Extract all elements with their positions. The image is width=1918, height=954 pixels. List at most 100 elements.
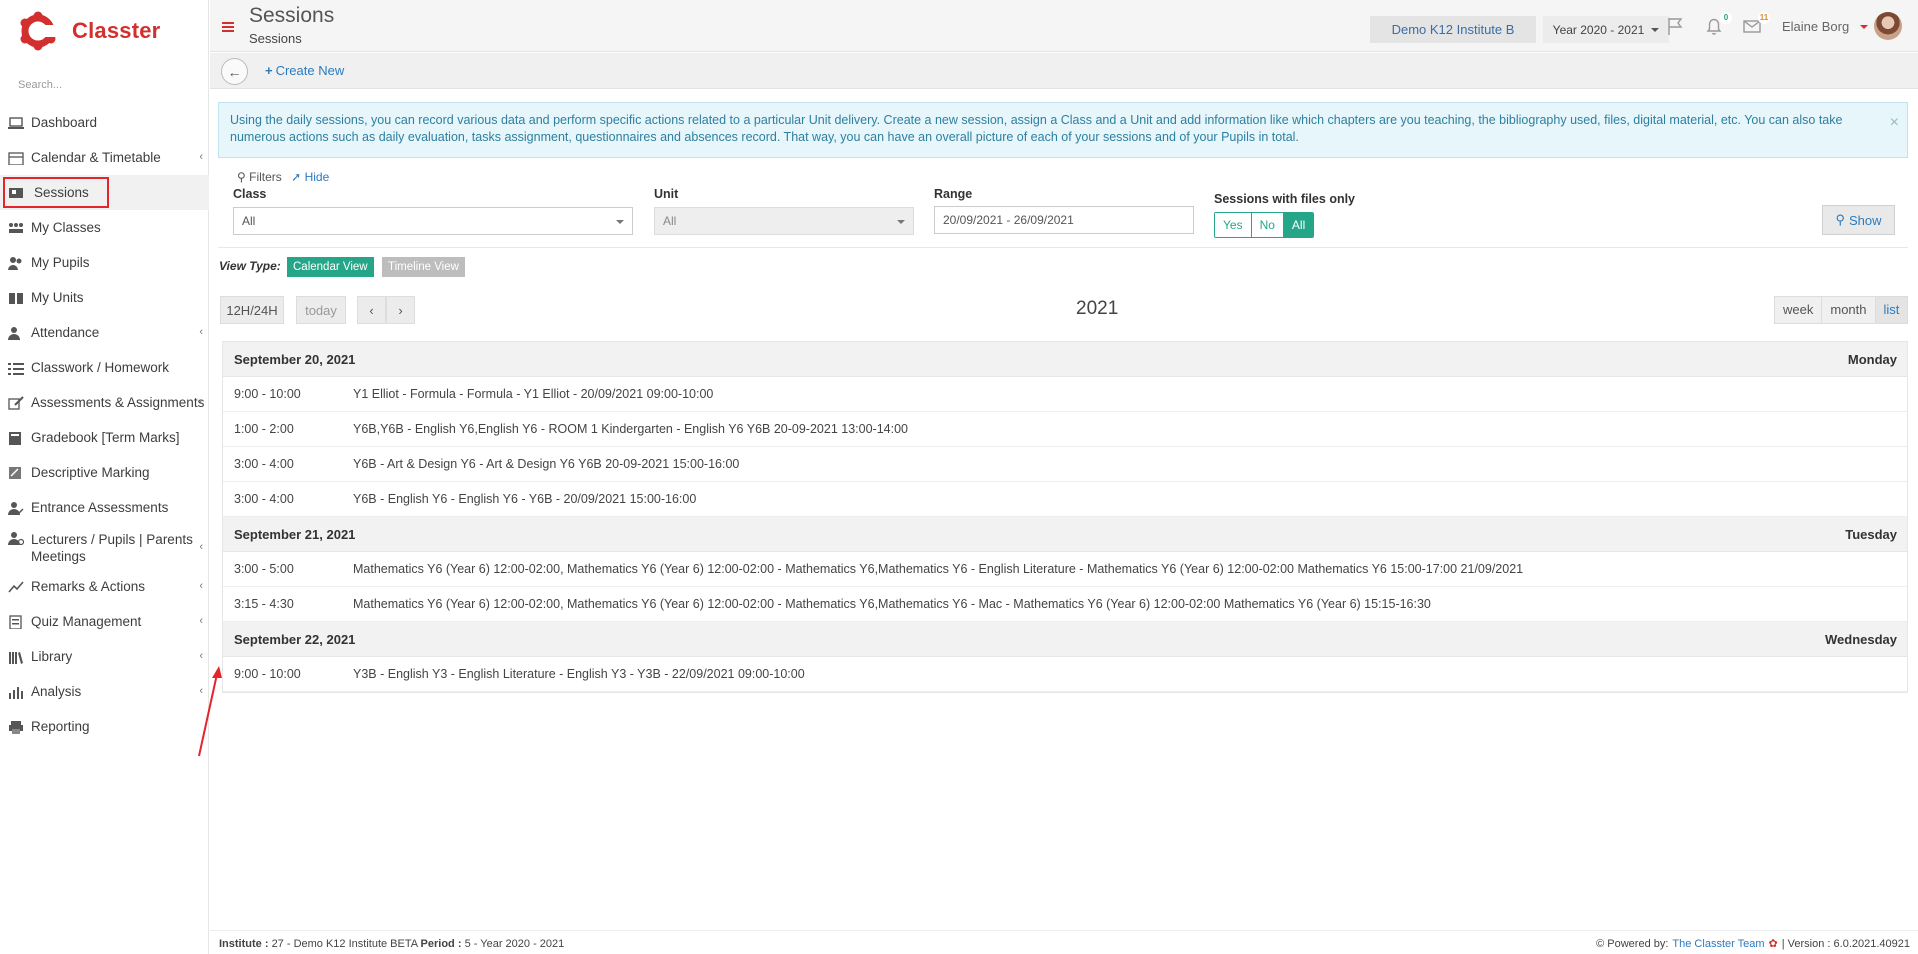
sidebar-item-dashboard[interactable]: Dashboard xyxy=(0,105,209,140)
session-row[interactable]: 3:15 - 4:30 Mathematics Y6 (Year 6) 12:00… xyxy=(223,587,1907,622)
files-yes-button[interactable]: Yes xyxy=(1215,213,1252,237)
list-view-button[interactable]: list xyxy=(1875,297,1908,323)
week-view-button[interactable]: week xyxy=(1775,297,1823,323)
month-view-button[interactable]: month xyxy=(1822,297,1876,323)
user-menu-caret-icon[interactable] xyxy=(1860,25,1868,29)
chevron-left-icon: ‹ xyxy=(199,326,203,338)
sidebar-item-quiz-management[interactable]: Quiz Management ‹ xyxy=(0,604,209,639)
sidebar-item-label: Entrance Assessments xyxy=(31,500,169,515)
next-button[interactable]: › xyxy=(386,296,415,324)
footer: Institute : 27 - Demo K12 Institute BETA… xyxy=(210,930,1918,954)
notifications-badge: 0 xyxy=(1720,12,1732,24)
year-selector[interactable]: Year 2020 - 2021 xyxy=(1543,16,1669,43)
day-weekday: Tuesday xyxy=(1845,527,1897,542)
timeline-view-button[interactable]: Timeline View xyxy=(382,257,465,277)
sidebar-item-label: Classwork / Homework xyxy=(31,360,170,375)
sidebar-item-label: Descriptive Marking xyxy=(31,465,150,480)
today-button[interactable]: today xyxy=(296,296,346,324)
class-select[interactable]: All xyxy=(233,207,633,235)
session-title[interactable]: Mathematics Y6 (Year 6) 12:00-02:00, Mat… xyxy=(353,562,1523,576)
sidebar-item-my-classes[interactable]: My Classes xyxy=(0,210,209,245)
session-time: 9:00 - 10:00 xyxy=(234,667,301,681)
day-date: September 20, 2021 xyxy=(234,352,356,367)
list-icon xyxy=(7,361,25,375)
unit-label: Unit xyxy=(654,187,679,201)
show-button[interactable]: ⚲ Show xyxy=(1822,205,1895,235)
sidebar-item-entrance-assessments[interactable]: Entrance Assessments xyxy=(0,490,209,525)
annotation-arrow-icon xyxy=(198,666,222,757)
menu-toggle-icon[interactable] xyxy=(222,22,234,32)
gradebook-icon xyxy=(7,431,25,445)
user-name[interactable]: Elaine Borg xyxy=(1782,19,1849,34)
classes-icon xyxy=(7,221,25,235)
sidebar-item-analysis[interactable]: Analysis ‹ xyxy=(0,674,209,709)
create-new-button[interactable]: + Create New xyxy=(265,63,344,78)
footer-institute-label: Institute : xyxy=(219,938,269,950)
sidebar-item-my-pupils[interactable]: My Pupils xyxy=(0,245,209,280)
sidebar-search-input[interactable] xyxy=(18,76,188,94)
classter-logo[interactable]: Classter xyxy=(18,8,160,54)
close-icon[interactable]: × xyxy=(1890,114,1899,131)
range-label: Range xyxy=(934,187,973,201)
session-row[interactable]: 9:00 - 10:00 Y3B - English Y3 - English L… xyxy=(223,657,1907,692)
prev-button[interactable]: ‹ xyxy=(357,296,386,324)
book-icon xyxy=(7,291,25,305)
flag-icon[interactable] xyxy=(1666,16,1688,36)
sidebar-item-classwork-homework[interactable]: Classwork / Homework xyxy=(0,350,209,385)
unit-select[interactable]: All xyxy=(654,207,914,235)
chevron-down-icon xyxy=(897,220,905,224)
envelope-icon[interactable]: 11 xyxy=(1742,12,1770,36)
sidebar-item-calendar-timetable[interactable]: Calendar & Timetable ‹ xyxy=(0,140,209,175)
caret-down-icon xyxy=(1651,27,1660,32)
sidebar-item-reporting[interactable]: Reporting xyxy=(0,709,209,744)
session-title[interactable]: Y6B - Art & Design Y6 - Art & Design Y6 … xyxy=(353,457,739,471)
session-row[interactable]: 3:00 - 5:00 Mathematics Y6 (Year 6) 12:00… xyxy=(223,552,1907,587)
sidebar-item-label: My Units xyxy=(31,290,84,305)
chevron-left-icon: ‹ xyxy=(199,396,203,408)
session-title[interactable]: Y6B - English Y6 - English Y6 - Y6B - 20… xyxy=(353,492,696,506)
back-button[interactable]: ← xyxy=(221,58,248,85)
printer-icon xyxy=(7,720,25,734)
session-row[interactable]: 9:00 - 10:00 Y1 Elliot - Formula - Formul… xyxy=(223,377,1907,412)
day-date: September 22, 2021 xyxy=(234,632,356,647)
files-all-button[interactable]: All xyxy=(1283,213,1314,237)
avatar[interactable] xyxy=(1874,12,1902,40)
classter-team-link[interactable]: The Classter Team xyxy=(1672,938,1764,950)
session-title[interactable]: Y3B - English Y3 - English Literature - … xyxy=(353,667,805,681)
sidebar-item-attendance[interactable]: Attendance ‹ xyxy=(0,315,209,350)
sidebar-item-label: Assessments & Assignments xyxy=(31,395,205,410)
sidebar-item-assessments-assignments[interactable]: Assessments & Assignments ‹ xyxy=(0,385,209,420)
files-no-button[interactable]: No xyxy=(1251,213,1284,237)
sidebar-item-descriptive-marking[interactable]: Descriptive Marking xyxy=(0,455,209,490)
bell-icon[interactable]: 0 xyxy=(1704,12,1732,36)
sidebar-item-label: Reporting xyxy=(31,719,90,734)
12h-24h-toggle-button[interactable]: 12H/24H xyxy=(220,296,284,324)
session-title[interactable]: Y1 Elliot - Formula - Formula - Y1 Ellio… xyxy=(353,387,713,401)
sidebar-item-my-units[interactable]: My Units xyxy=(0,280,209,315)
hide-filters-link[interactable]: ➚ Hide xyxy=(291,170,329,184)
range-input[interactable]: 20/09/2021 - 26/09/2021 xyxy=(934,206,1194,234)
session-row[interactable]: 1:00 - 2:00 Y6B,Y6B - English Y6,English … xyxy=(223,412,1907,447)
sidebar-item-sessions[interactable]: Sessions xyxy=(0,175,209,210)
day-weekday: Monday xyxy=(1847,352,1897,367)
sidebar-item-label: Attendance xyxy=(31,325,100,340)
sidebar-item-gradebook-term-marks[interactable]: Gradebook [Term Marks] xyxy=(0,420,209,455)
day-weekday: Wednesday xyxy=(1824,632,1897,647)
edit-icon xyxy=(7,395,25,410)
sidebar-item-library[interactable]: Library ‹ xyxy=(0,639,209,674)
sidebar-item-lecturers-pupils-parents-meetings[interactable]: Lecturers / Pupils | Parents Meetings ‹ xyxy=(0,525,209,569)
info-text: Using the daily sessions, you can record… xyxy=(230,113,1843,144)
range-input-value: 20/09/2021 - 26/09/2021 xyxy=(943,213,1074,227)
divider xyxy=(218,247,1908,248)
calendar-view-switcher: week month list xyxy=(1774,296,1909,324)
calendar-view-button[interactable]: Calendar View xyxy=(287,257,374,277)
session-row[interactable]: 3:00 - 4:00 Y6B - English Y6 - English Y6… xyxy=(223,482,1907,517)
search-icon: ⚲ xyxy=(237,170,246,184)
files-only-label: Sessions with files only xyxy=(1214,192,1356,206)
sidebar-item-label: Analysis xyxy=(31,684,82,699)
session-title[interactable]: Y6B,Y6B - English Y6,English Y6 - ROOM 1… xyxy=(353,422,908,436)
session-title[interactable]: Mathematics Y6 (Year 6) 12:00-02:00, Mat… xyxy=(353,597,1431,611)
institute-selector[interactable]: Demo K12 Institute B xyxy=(1370,16,1536,43)
session-row[interactable]: 3:00 - 4:00 Y6B - Art & Design Y6 - Art &… xyxy=(223,447,1907,482)
sidebar-item-remarks-actions[interactable]: Remarks & Actions ‹ xyxy=(0,569,209,604)
